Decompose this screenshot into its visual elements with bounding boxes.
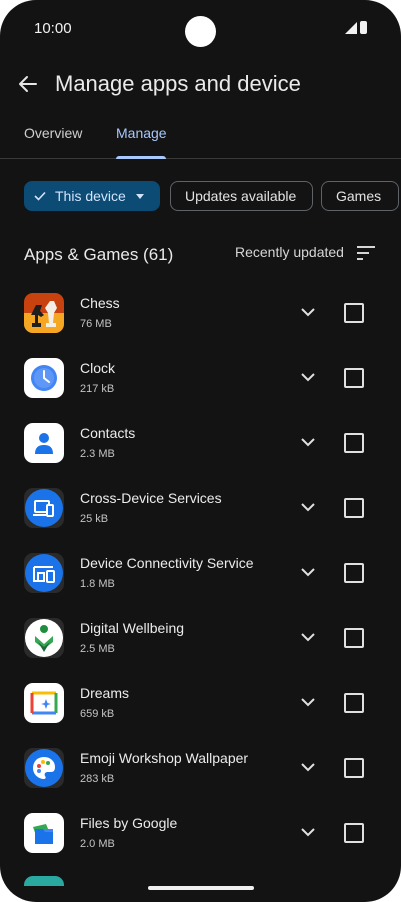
chevron-down-icon[interactable]	[299, 696, 317, 708]
back-arrow-icon[interactable]	[14, 70, 42, 98]
filter-chips: This device Updates available Games	[24, 181, 401, 213]
chevron-down-icon[interactable]	[299, 566, 317, 578]
status-time: 10:00	[34, 20, 72, 37]
tab-manage[interactable]: Manage	[116, 125, 167, 141]
phone-screen: 10:00 Manage apps and device Overview Ma…	[0, 0, 401, 902]
select-checkbox[interactable]	[344, 628, 364, 648]
tab-overview[interactable]: Overview	[24, 125, 82, 141]
digital-wellbeing-icon	[24, 618, 64, 658]
app-size: 1.8 MB	[80, 578, 115, 590]
list-item[interactable]: Files by Google 2.0 MB	[0, 802, 401, 867]
cross-device-icon	[24, 488, 64, 528]
select-checkbox[interactable]	[344, 368, 364, 388]
app-size: 25 kB	[80, 513, 109, 525]
list-item[interactable]: Device Connectivity Service 1.8 MB	[0, 542, 401, 607]
clock-icon	[24, 358, 64, 398]
status-bar: 10:00	[0, 0, 401, 56]
app-name: Cross-Device Services	[80, 490, 222, 506]
app-size: 2.5 MB	[80, 643, 115, 655]
chevron-down-icon[interactable]	[299, 826, 317, 838]
files-icon	[24, 813, 64, 853]
filter-chip-label: Games	[336, 188, 382, 204]
app-size: 659 kB	[80, 708, 115, 720]
list-item[interactable]: Digital Wellbeing 2.5 MB	[0, 607, 401, 672]
next-app-icon-peek	[24, 876, 64, 886]
filter-chip-label: Updates available	[185, 188, 297, 204]
select-checkbox[interactable]	[344, 303, 364, 323]
device-connectivity-icon	[24, 553, 64, 593]
app-name: Digital Wellbeing	[80, 620, 185, 636]
sort-label[interactable]: Recently updated	[235, 244, 344, 260]
section-title: Apps & Games (61)	[24, 245, 174, 264]
chevron-down-icon[interactable]	[299, 436, 317, 448]
list-item[interactable]: Cross-Device Services 25 kB	[0, 477, 401, 542]
camera-cutout	[185, 16, 216, 47]
home-gesture-bar[interactable]	[148, 886, 254, 890]
list-item[interactable]: Dreams 659 kB	[0, 672, 401, 737]
app-name: Dreams	[80, 685, 130, 701]
app-name: Files by Google	[80, 815, 178, 831]
select-checkbox[interactable]	[344, 498, 364, 518]
app-size: 2.3 MB	[80, 448, 115, 460]
list-item[interactable]: Chess 76 MB	[0, 282, 401, 347]
filter-chip-this-device[interactable]: This device	[24, 181, 160, 211]
app-name: Emoji Workshop Wallpaper	[80, 750, 249, 766]
check-icon	[34, 191, 46, 201]
top-app-bar: Manage apps and device	[0, 60, 401, 108]
filter-chip-updates-available[interactable]: Updates available	[170, 181, 313, 211]
filter-chip-label: This device	[55, 188, 126, 204]
chevron-down-icon[interactable]	[299, 631, 317, 643]
list-item[interactable]: Clock 217 kB	[0, 347, 401, 412]
app-size: 217 kB	[80, 383, 115, 395]
app-name: Chess	[80, 295, 120, 311]
app-size: 2.0 MB	[80, 838, 115, 850]
list-item[interactable]: Contacts 2.3 MB	[0, 412, 401, 477]
select-checkbox[interactable]	[344, 758, 364, 778]
filter-chip-games[interactable]: Games	[321, 181, 399, 211]
chevron-down-icon[interactable]	[299, 371, 317, 383]
dropdown-arrow-icon	[135, 193, 144, 199]
page-title: Manage apps and device	[55, 71, 301, 96]
select-checkbox[interactable]	[344, 823, 364, 843]
app-name: Device Connectivity Service	[80, 555, 254, 571]
chevron-down-icon[interactable]	[299, 501, 317, 513]
app-size: 76 MB	[80, 318, 112, 330]
active-tab-indicator	[116, 156, 166, 159]
signal-icon	[345, 22, 357, 34]
select-checkbox[interactable]	[344, 433, 364, 453]
app-name: Contacts	[80, 425, 136, 441]
battery-icon	[360, 21, 367, 34]
select-checkbox[interactable]	[344, 563, 364, 583]
sort-icon[interactable]	[356, 245, 376, 261]
chevron-down-icon[interactable]	[299, 761, 317, 773]
chess-icon	[24, 293, 64, 333]
emoji-workshop-icon	[24, 748, 64, 788]
dreams-icon	[24, 683, 64, 723]
contacts-icon	[24, 423, 64, 463]
list-item[interactable]: Emoji Workshop Wallpaper 283 kB	[0, 737, 401, 802]
chevron-down-icon[interactable]	[299, 306, 317, 318]
app-size: 283 kB	[80, 773, 115, 785]
select-checkbox[interactable]	[344, 693, 364, 713]
app-name: Clock	[80, 360, 116, 376]
tab-bar: Overview Manage	[0, 116, 401, 159]
